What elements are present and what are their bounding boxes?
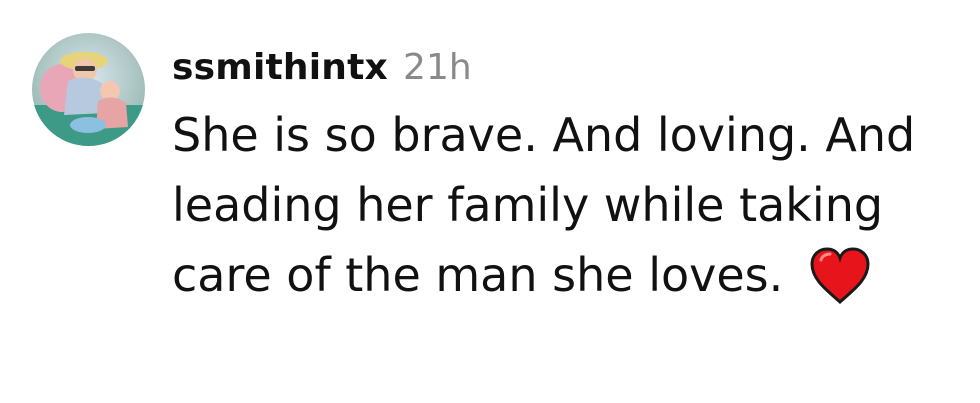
comment-timestamp[interactable]: 21h bbox=[403, 47, 472, 88]
comment: ssmithintx 21h She is so brave. And lovi… bbox=[0, 0, 980, 403]
comment-text: She is so brave. And loving. And leading… bbox=[172, 108, 916, 302]
red-heart-icon bbox=[808, 246, 872, 304]
avatar[interactable] bbox=[32, 33, 145, 146]
user-photo-avatar-icon bbox=[32, 33, 145, 146]
username-link[interactable]: ssmithintx bbox=[172, 47, 388, 88]
comment-header: ssmithintx 21h bbox=[172, 40, 472, 96]
comment-body: She is so brave. And loving. And leading… bbox=[172, 100, 932, 310]
